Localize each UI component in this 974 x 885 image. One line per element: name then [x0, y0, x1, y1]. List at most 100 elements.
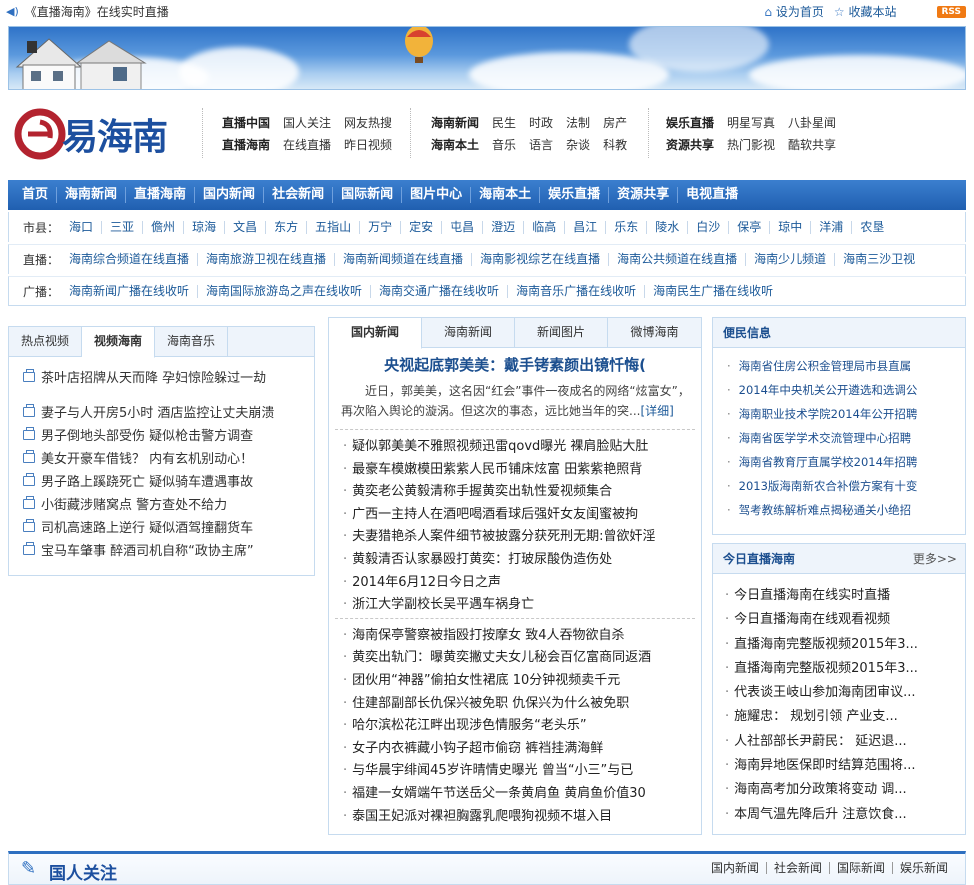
nav-link[interactable]: 酷软共享: [788, 134, 836, 156]
main-nav-item[interactable]: 娱乐直播: [540, 187, 610, 203]
nav-link[interactable]: 八卦星闻: [788, 112, 836, 134]
radio-link[interactable]: 海南新闻广播在线收听: [61, 284, 199, 298]
nav-link[interactable]: 热门影视: [727, 134, 775, 156]
city-link[interactable]: 琼中: [770, 220, 812, 234]
tv-link[interactable]: 海南影视综艺在线直播: [472, 253, 610, 266]
city-link[interactable]: 乐东: [606, 220, 648, 234]
list-item[interactable]: 黄毅清否认家暴殴打黄奕：打玻尿酸伪造伤处: [343, 548, 695, 571]
list-item[interactable]: 黄奕出轨门：曝黄奕撇丈夫女儿秘会百亿富商同返酒: [343, 646, 695, 669]
nav-link[interactable]: 在线直播: [283, 134, 331, 156]
city-link[interactable]: 文昌: [225, 220, 267, 234]
list-item[interactable]: 直播海南完整版视频2015年3...: [725, 657, 965, 681]
tv-link[interactable]: 海南旅游卫视在线直播: [198, 253, 336, 266]
list-item[interactable]: 女子内衣裤藏小钩子超市偷窃 裤裆挂满海鲜: [343, 737, 695, 760]
nav-link[interactable]: 国人关注: [283, 112, 331, 134]
more-link[interactable]: 更多>>: [913, 544, 957, 574]
tab-domestic-news[interactable]: 国内新闻: [329, 318, 422, 349]
city-link[interactable]: 海口: [61, 220, 103, 234]
list-item[interactable]: 司机高速路上逆行 疑似酒驾撞翻货车: [23, 515, 314, 538]
radio-link[interactable]: 海南国际旅游岛之声在线收听: [198, 284, 372, 298]
tab-hainan-music[interactable]: 海南音乐: [155, 327, 229, 356]
main-nav-item[interactable]: 资源共享: [609, 187, 679, 203]
more-link[interactable]: [详细]: [640, 404, 673, 418]
list-item[interactable]: 浙江大学副校长吴平遇车祸身亡: [343, 593, 695, 616]
list-item[interactable]: 泰国王妃派对裸袒胸露乳爬喂狗视频不堪入目: [343, 805, 695, 828]
main-nav-item[interactable]: 图片中心: [402, 187, 472, 203]
main-nav-item[interactable]: 国际新闻: [333, 187, 403, 203]
nav-link[interactable]: 海南新闻: [431, 112, 479, 134]
list-item[interactable]: 海南省医学学术交流管理中心招聘: [727, 430, 965, 454]
list-item[interactable]: 海南省住房公积金管理局市县直属: [727, 358, 965, 382]
main-nav-item[interactable]: 国内新闻: [195, 187, 265, 203]
list-item[interactable]: 2014年6月12日今日之声: [343, 571, 695, 594]
list-item[interactable]: 黄奕老公黄毅清称手握黄奕出轨性爱视频集合: [343, 480, 695, 503]
list-item[interactable]: 施耀忠： 规划引领 产业支...: [725, 705, 965, 729]
list-item[interactable]: 海南省教育厅直属学校2014年招聘: [727, 454, 965, 478]
list-item[interactable]: 直播海南完整版视频2015年3...: [725, 633, 965, 657]
tab-hot-video[interactable]: 热点视频: [9, 327, 83, 356]
list-item[interactable]: 小街藏涉赌窝点 警方查处不给力: [23, 492, 314, 515]
section-link[interactable]: 社会新闻: [767, 862, 830, 874]
city-link[interactable]: 澄迈: [483, 220, 525, 234]
list-item[interactable]: 本周气温先降后升 注意饮食...: [725, 803, 965, 827]
city-link[interactable]: 陵水: [647, 220, 689, 234]
city-link[interactable]: 白沙: [688, 220, 730, 234]
nav-link[interactable]: 娱乐直播: [666, 112, 714, 134]
rss-button[interactable]: RSS: [936, 5, 966, 18]
list-item[interactable]: 代表谈王岐山参加海南团审议...: [725, 681, 965, 705]
tab-hainan-news[interactable]: 海南新闻: [422, 318, 515, 347]
city-link[interactable]: 三亚: [102, 220, 144, 234]
radio-link[interactable]: 海南交通广播在线收听: [371, 284, 509, 298]
nav-link[interactable]: 杂谈: [566, 134, 590, 156]
list-item[interactable]: 福建一女婿端午节送岳父一条黄肩鱼 黄肩鱼价值30: [343, 782, 695, 805]
list-item[interactable]: 今日直播海南在线观看视频: [725, 608, 965, 632]
tv-link[interactable]: 海南公共频道在线直播: [609, 253, 747, 266]
tab-weibo-hainan[interactable]: 微博海南: [608, 318, 701, 347]
list-item[interactable]: 妻子与人开房5小时 酒店监控让丈夫崩溃: [23, 400, 314, 423]
nav-link[interactable]: 法制: [566, 112, 590, 134]
set-home-link[interactable]: ⌂ 设为首页: [764, 3, 823, 20]
city-link[interactable]: 定安: [401, 220, 443, 234]
nav-link[interactable]: 昨日视频: [344, 134, 392, 156]
list-item[interactable]: 男子倒地头部受伤 疑似枪击警方调查: [23, 423, 314, 446]
list-item[interactable]: 宝马车肇事 醉酒司机自称“政协主席”: [23, 538, 314, 561]
city-link[interactable]: 万宁: [360, 220, 402, 234]
list-item[interactable]: 驾考教练解析难点揭秘通关小绝招: [727, 502, 965, 526]
main-nav-item[interactable]: 社会新闻: [264, 187, 334, 203]
nav-link[interactable]: 直播中国: [222, 112, 270, 134]
city-link[interactable]: 儋州: [143, 220, 185, 234]
list-item[interactable]: 疑似郭美美不雅照视频迅雷qovd曝光 裸肩脸贴大肚: [343, 435, 695, 458]
city-link[interactable]: 屯昌: [442, 220, 484, 234]
list-item[interactable]: 今日直播海南在线实时直播: [725, 584, 965, 608]
favorite-link[interactable]: ☆ 收藏本站: [834, 3, 897, 20]
city-link[interactable]: 农垦: [852, 220, 892, 234]
nav-link[interactable]: 资源共享: [666, 134, 714, 156]
nav-link[interactable]: 明星写真: [727, 112, 775, 134]
list-item[interactable]: 夫妻猎艳杀人案件细节被披露分获死刑无期:曾欲奸淫: [343, 525, 695, 548]
headline[interactable]: 央视起底郭美美：戴手铐素颜出镜忏悔(: [329, 354, 701, 375]
city-link[interactable]: 五指山: [307, 220, 361, 234]
tv-link[interactable]: 海南少儿频道: [746, 253, 836, 266]
main-nav-item[interactable]: 直播海南: [126, 187, 196, 203]
nav-link[interactable]: 直播海南: [222, 134, 270, 156]
list-item[interactable]: 广西一主持人在酒吧喝酒看球后强奸女友闺蜜被拘: [343, 503, 695, 526]
list-item[interactable]: 海南职业技术学院2014年公开招聘: [727, 406, 965, 430]
radio-link[interactable]: 海南民生广播在线收听: [645, 284, 781, 298]
list-item[interactable]: 与华晨宇绯闻45岁许晴情史曝光 曾当“小三”与已: [343, 759, 695, 782]
city-link[interactable]: 琼海: [184, 220, 226, 234]
city-link[interactable]: 保亭: [729, 220, 771, 234]
city-link[interactable]: 洋浦: [811, 220, 853, 234]
city-link[interactable]: 临高: [524, 220, 566, 234]
main-nav-item[interactable]: 海南新闻: [57, 187, 127, 203]
list-item[interactable]: 2013版海南新农合补偿方案有十变: [727, 478, 965, 502]
list-item[interactable]: 住建部副部长仇保兴被免职 仇保兴为什么被免职: [343, 692, 695, 715]
main-nav-item[interactable]: 首页: [8, 187, 58, 203]
nav-link[interactable]: 民生: [492, 112, 516, 134]
nav-link[interactable]: 海南本土: [431, 134, 479, 156]
list-item[interactable]: 哈尔滨松花江畔出现涉色情服务“老头乐”: [343, 714, 695, 737]
tv-link[interactable]: 海南三沙卫视: [835, 253, 923, 266]
nav-link[interactable]: 语言: [529, 134, 553, 156]
list-item[interactable]: 茶叶店招牌从天而降 孕妇惊险躲过一劫: [23, 365, 314, 388]
nav-link[interactable]: 科教: [603, 134, 627, 156]
list-item[interactable]: 男子路上蹊跷死亡 疑似骑车遭遇事故: [23, 469, 314, 492]
